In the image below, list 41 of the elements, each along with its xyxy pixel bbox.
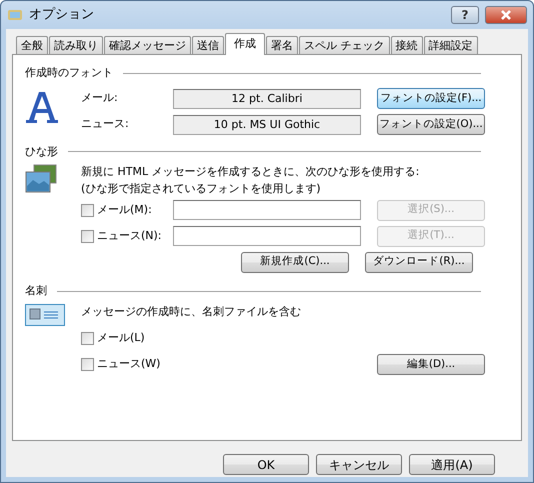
font-icon xyxy=(25,90,59,124)
section-title: 作成時のフォント xyxy=(25,65,113,81)
tab[interactable]: 作成 xyxy=(225,33,265,55)
checkbox[interactable]: メール(M): xyxy=(81,202,173,218)
button[interactable]: 新規作成(C)... xyxy=(241,252,349,272)
tab[interactable]: 接続 xyxy=(390,36,422,54)
tab[interactable]: 確認メッセージ xyxy=(104,36,191,54)
tab[interactable]: スペル チェック xyxy=(299,36,390,54)
window-title: オプション xyxy=(29,6,95,24)
tab[interactable]: 全般 xyxy=(16,36,48,54)
stationery-field[interactable] xyxy=(173,200,361,220)
pictures-icon xyxy=(25,164,57,194)
tab[interactable]: 署名 xyxy=(266,36,298,54)
dialog-button[interactable]: OK xyxy=(223,454,309,475)
dialog-button[interactable]: 適用(A) xyxy=(409,454,495,475)
app-icon xyxy=(7,7,23,23)
description-text: メッセージの作成時に、名刺ファイルを含む xyxy=(81,304,302,320)
help-button[interactable]: ? xyxy=(451,6,479,24)
description-text: 新規に HTML メッセージを作成するときに、次のひな形を使用する: xyxy=(81,164,420,180)
close-button[interactable] xyxy=(485,6,527,24)
font-field: 12 pt. Calibri xyxy=(173,88,361,108)
checkbox[interactable]: メール(L) xyxy=(81,330,173,347)
stationery-field[interactable] xyxy=(173,226,361,246)
section-title: 名刺 xyxy=(25,283,47,299)
font-settings-button[interactable]: フォントの設定(O)... xyxy=(377,114,485,135)
button[interactable]: ダウンロード(R)... xyxy=(365,252,473,272)
font-settings-button[interactable]: フォントの設定(F)... xyxy=(377,88,485,109)
checkbox[interactable]: ニュース(W) xyxy=(81,356,173,373)
close-icon xyxy=(500,10,512,20)
business-card-icon xyxy=(25,304,65,326)
tab[interactable]: 詳細設定 xyxy=(424,36,478,54)
checkbox[interactable]: ニュース(N): xyxy=(81,228,173,244)
description-text: (ひな形で指定されているフォントを使用します) xyxy=(81,180,322,196)
dialog-button[interactable]: キャンセル xyxy=(316,454,402,475)
field-label: ニュース: xyxy=(81,116,130,132)
tab[interactable]: 送信 xyxy=(192,36,224,54)
edit-button[interactable]: 編集(D)... xyxy=(377,354,485,375)
font-field: 10 pt. MS UI Gothic xyxy=(173,114,361,134)
field-label: メール: xyxy=(81,90,119,106)
section-title: ひな形 xyxy=(25,144,58,160)
tab[interactable]: 読み取り xyxy=(49,36,103,54)
